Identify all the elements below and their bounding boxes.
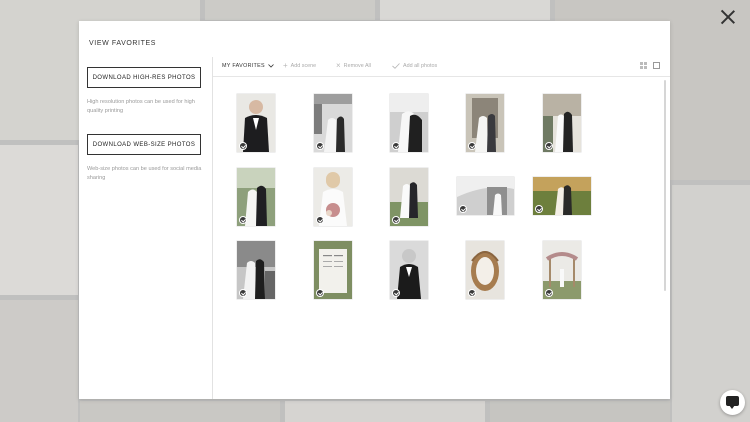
add-scene-button[interactable]: + Add scene	[283, 61, 317, 70]
x-icon: ×	[336, 61, 341, 70]
check-circle-icon[interactable]	[392, 142, 400, 150]
check-circle-icon[interactable]	[535, 205, 543, 213]
check-circle-icon[interactable]	[316, 142, 324, 150]
modal-title: VIEW FAVORITES	[89, 40, 157, 47]
check-circle-icon[interactable]	[545, 142, 553, 150]
grid-view-icon[interactable]	[640, 62, 647, 69]
photo-grid	[213, 77, 670, 399]
highres-note: High resolution photos can be used for h…	[87, 99, 195, 114]
photo-thumbnail[interactable]	[390, 168, 428, 226]
chat-icon[interactable]	[720, 390, 745, 415]
photo-thumbnail[interactable]	[466, 241, 504, 299]
photo-thumbnail[interactable]	[457, 177, 514, 215]
collection-dropdown[interactable]: MY FAVORITES	[222, 63, 274, 69]
check-circle-icon[interactable]	[316, 289, 324, 297]
favorites-toolbar: MY FAVORITES + Add scene × Remove All Ad…	[213, 57, 670, 77]
checkmark-icon	[392, 63, 400, 69]
check-circle-icon[interactable]	[239, 142, 247, 150]
check-circle-icon[interactable]	[392, 289, 400, 297]
add-all-label: Add all photos	[403, 63, 438, 69]
photo-thumbnail[interactable]	[543, 94, 581, 152]
check-circle-icon[interactable]	[459, 205, 467, 213]
photo-thumbnail[interactable]	[237, 241, 275, 299]
add-scene-label: Add scene	[290, 63, 317, 69]
remove-all-button[interactable]: × Remove All	[336, 61, 371, 70]
photo-thumbnail[interactable]	[390, 241, 428, 299]
plus-icon: +	[283, 61, 288, 70]
download-panel: DOWNLOAD HIGH-RES PHOTOS High resolution…	[79, 57, 213, 399]
add-all-button[interactable]: Add all photos	[392, 63, 437, 69]
download-highres-button[interactable]: DOWNLOAD HIGH-RES PHOTOS	[87, 67, 201, 88]
close-icon[interactable]	[720, 9, 736, 25]
photo-thumbnail[interactable]	[314, 168, 352, 226]
check-circle-icon[interactable]	[239, 289, 247, 297]
chevron-down-icon	[268, 64, 274, 68]
photo-thumbnail[interactable]	[466, 94, 504, 152]
check-circle-icon[interactable]	[316, 216, 324, 224]
scrollbar[interactable]	[664, 80, 666, 291]
photo-thumbnail[interactable]	[390, 94, 428, 152]
remove-all-label: Remove All	[343, 63, 371, 69]
check-circle-icon[interactable]	[468, 142, 476, 150]
photo-thumbnail[interactable]	[314, 94, 352, 152]
photo-thumbnail[interactable]	[543, 241, 581, 299]
photo-thumbnail[interactable]	[533, 177, 591, 215]
collection-label: MY FAVORITES	[222, 63, 265, 69]
check-circle-icon[interactable]	[468, 289, 476, 297]
photo-thumbnail[interactable]	[314, 241, 352, 299]
check-circle-icon[interactable]	[545, 289, 553, 297]
photo-thumbnail[interactable]	[237, 94, 275, 152]
check-circle-icon[interactable]	[392, 216, 400, 224]
favorites-modal: VIEW FAVORITES DOWNLOAD HIGH-RES PHOTOS …	[79, 21, 670, 399]
photo-thumbnail[interactable]	[237, 168, 275, 226]
single-view-icon[interactable]	[653, 62, 660, 69]
download-websize-button[interactable]: DOWNLOAD WEB-SIZE PHOTOS	[87, 134, 201, 155]
check-circle-icon[interactable]	[239, 216, 247, 224]
websize-note: Web-size photos can be used for social m…	[87, 166, 202, 181]
